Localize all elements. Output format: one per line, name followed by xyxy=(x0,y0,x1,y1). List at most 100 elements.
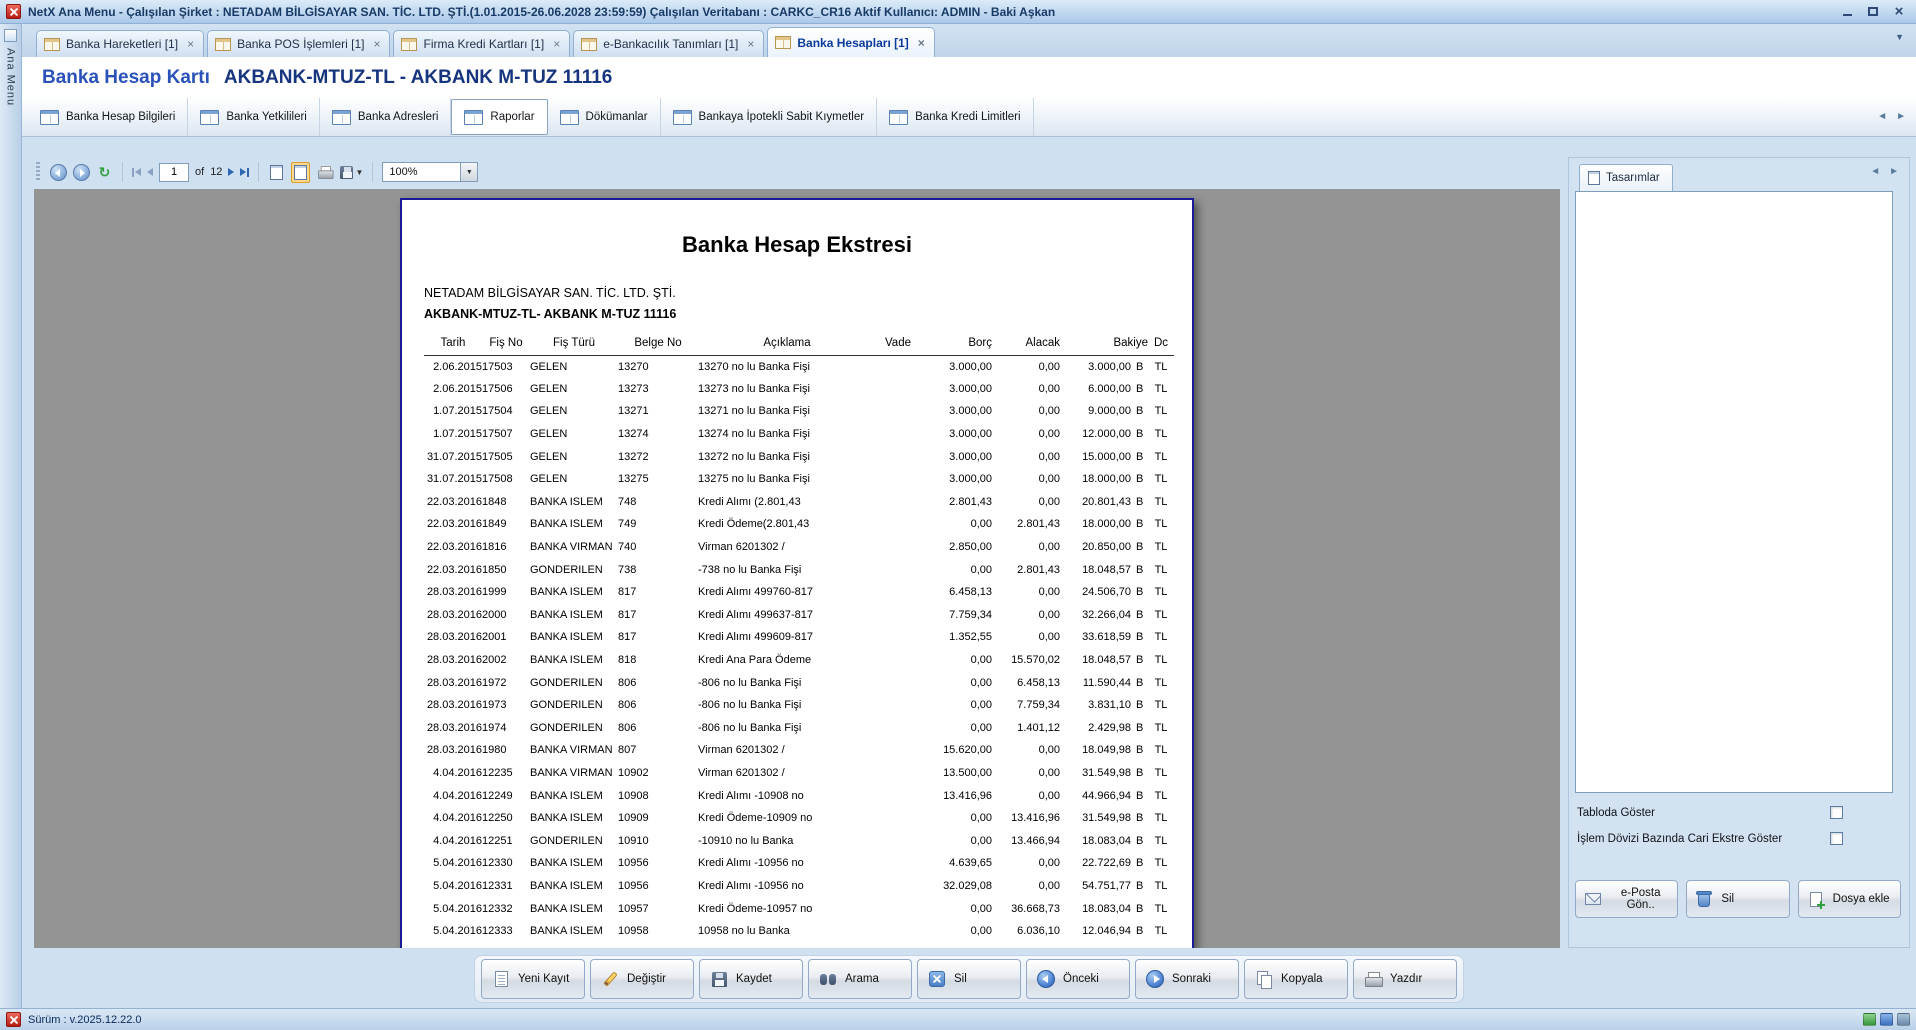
next-record-button[interactable]: Sonraki xyxy=(1135,959,1239,999)
document-tab-label: Firma Kredi Kartları [1] xyxy=(423,37,544,51)
statement-table: Tarih Fiş No Fiş Türü Belge No Açıklama … xyxy=(424,335,1174,942)
workspace: Banka Hareketleri [1] × Banka POS İşleml… xyxy=(22,24,1916,1008)
panel-scroll-left-icon[interactable]: ◄ xyxy=(1870,166,1880,177)
tray-icon[interactable] xyxy=(1863,1013,1876,1026)
section-tab-label: Banka Adresleri xyxy=(358,111,439,123)
scroll-left-icon[interactable]: ◄ xyxy=(1877,111,1887,122)
ana-menu-strip[interactable]: Ana Menu xyxy=(0,24,22,1008)
document-tab[interactable]: Banka Hareketleri [1] × xyxy=(36,30,204,57)
report-title: Banka Hesap Ekstresi xyxy=(424,232,1170,258)
cell-alacak: 0,00 xyxy=(992,852,1060,875)
panel-scroll-right-icon[interactable]: ► xyxy=(1889,166,1899,177)
first-page-button[interactable] xyxy=(132,168,141,177)
refresh-icon[interactable]: ↻ xyxy=(96,165,113,179)
cell-bakiye: 20.801,43B xyxy=(1060,491,1148,514)
tab-close-icon[interactable]: × xyxy=(747,38,754,50)
section-tab[interactable]: Dökümanlar xyxy=(548,98,661,136)
print-button[interactable] xyxy=(316,165,334,180)
new-record-button[interactable]: Yeni Kayıt xyxy=(481,959,585,999)
cell-aciklama: Kredi Alımı -10956 no xyxy=(698,852,876,875)
section-tab[interactable]: Banka Yetkilileri xyxy=(188,98,320,136)
dropdown-caret-icon[interactable]: ▼ xyxy=(355,168,363,177)
document-tab[interactable]: Banka Hesapları [1] × xyxy=(767,27,934,57)
designs-listbox[interactable] xyxy=(1575,191,1893,793)
action-button-label: Sil xyxy=(954,973,967,985)
tab-close-icon[interactable]: × xyxy=(553,38,560,50)
cell-dc: TL xyxy=(1148,717,1174,740)
search-icon xyxy=(819,973,837,986)
tab-close-icon[interactable]: × xyxy=(187,38,194,50)
back-icon[interactable] xyxy=(50,164,67,181)
cell-bakiye: 12.000,00B xyxy=(1060,423,1148,446)
tab-designs[interactable]: Tasarımlar xyxy=(1579,164,1673,191)
cell-bakiye: 18.048,57B xyxy=(1060,558,1148,581)
checkbox[interactable] xyxy=(1830,806,1843,819)
print-layout-button[interactable] xyxy=(291,162,310,183)
prev-page-button[interactable] xyxy=(147,168,153,176)
page-number-input[interactable]: 1 xyxy=(159,163,189,182)
email-send-button[interactable]: e-Posta Gön.. xyxy=(1575,880,1678,918)
checkbox[interactable] xyxy=(1830,832,1843,845)
forward-icon[interactable] xyxy=(73,164,90,181)
cell-vade xyxy=(876,717,920,740)
cell-fis-turu: BANKA VIRMAN xyxy=(530,536,618,559)
section-tab[interactable]: Banka Adresleri xyxy=(320,98,452,136)
tray-icon[interactable] xyxy=(1897,1013,1910,1026)
scroll-right-icon[interactable]: ► xyxy=(1896,111,1906,122)
chevron-down-icon[interactable]: ▼ xyxy=(1895,32,1904,42)
zoom-select[interactable]: 100% ▼ xyxy=(382,162,478,182)
minimize-button[interactable] xyxy=(1836,3,1858,20)
close-button[interactable]: × xyxy=(1888,3,1910,20)
cell-fis-turu: BANKA VIRMAN xyxy=(530,762,618,785)
cell-tarih: 28.03.2016 xyxy=(424,717,482,740)
delete-design-button[interactable]: Sil xyxy=(1686,880,1789,918)
save-record-button[interactable]: Kaydet xyxy=(699,959,803,999)
document-tab[interactable]: Banka POS İşlemleri [1] × xyxy=(207,30,390,57)
document-tab[interactable]: Firma Kredi Kartları [1] × xyxy=(393,30,570,57)
next-page-button[interactable] xyxy=(228,168,234,176)
section-tab[interactable]: Bankaya İpotekli Sabit Kıymetler xyxy=(661,98,878,136)
edit-button[interactable]: Değiştir xyxy=(590,959,694,999)
report-company: NETADAM BİLGİSAYAR SAN. TİC. LTD. ŞTİ. xyxy=(424,286,1170,300)
cell-alacak: 13.466,94 xyxy=(992,829,1060,852)
save-export-button[interactable]: ▼ xyxy=(340,166,363,179)
document-tab[interactable]: e-Bankacılık Tanımları [1] × xyxy=(573,30,764,57)
tab-close-icon[interactable]: × xyxy=(918,37,925,49)
section-tab[interactable]: Banka Kredi Limitleri xyxy=(877,98,1033,136)
designs-panel: ◄ ► Tasarımlar Tabloda Göster xyxy=(1568,157,1910,948)
cell-belge-no: 806 xyxy=(618,671,698,694)
statement-row: 5.04.2016 12331 BANKA ISLEM 10956 Kredi … xyxy=(424,875,1174,898)
cell-fis-no: 12331 xyxy=(482,875,530,898)
tab-close-icon[interactable]: × xyxy=(373,38,380,50)
zoom-caret-icon[interactable]: ▼ xyxy=(460,163,477,181)
cell-fis-no: 1980 xyxy=(482,739,530,762)
search-button[interactable]: Arama xyxy=(808,959,912,999)
print-record-button[interactable]: Yazdır xyxy=(1353,959,1457,999)
section-tab[interactable]: Banka Hesap Bilgileri xyxy=(28,98,188,136)
cell-dc: TL xyxy=(1148,558,1174,581)
toolbar-grip[interactable] xyxy=(36,162,40,182)
panel-button-label: Dosya ekle xyxy=(1833,893,1890,905)
action-button-label: Önceki xyxy=(1063,973,1099,985)
previous-record-button[interactable]: Önceki xyxy=(1026,959,1130,999)
cell-aciklama: Kredi Ödeme-10957 no xyxy=(698,897,876,920)
cell-belge-no: 806 xyxy=(618,717,698,740)
action-button-label: Kaydet xyxy=(736,973,772,985)
version-label: Sürüm : v.2025.12.22.0 xyxy=(28,1014,142,1026)
cell-fis-turu: BANKA ISLEM xyxy=(530,784,618,807)
cell-alacak: 0,00 xyxy=(992,604,1060,627)
copy-button[interactable]: Kopyala xyxy=(1244,959,1348,999)
menu-grid-icon xyxy=(4,29,17,42)
last-page-button[interactable] xyxy=(240,168,249,177)
section-tab[interactable]: Raporlar xyxy=(451,99,547,135)
page-preview-button[interactable] xyxy=(268,163,285,182)
cell-borc: 1.352,55 xyxy=(920,626,992,649)
delete-button[interactable]: Sil xyxy=(917,959,1021,999)
card-icon xyxy=(40,110,59,125)
add-file-button[interactable]: Dosya ekle xyxy=(1798,880,1901,918)
app-logo-icon xyxy=(6,4,21,19)
tray-icon[interactable] xyxy=(1880,1013,1893,1026)
cell-fis-turu: GELEN xyxy=(530,423,618,446)
cell-tarih: 4.04.2016 xyxy=(424,829,482,852)
maximize-button[interactable] xyxy=(1862,3,1884,20)
